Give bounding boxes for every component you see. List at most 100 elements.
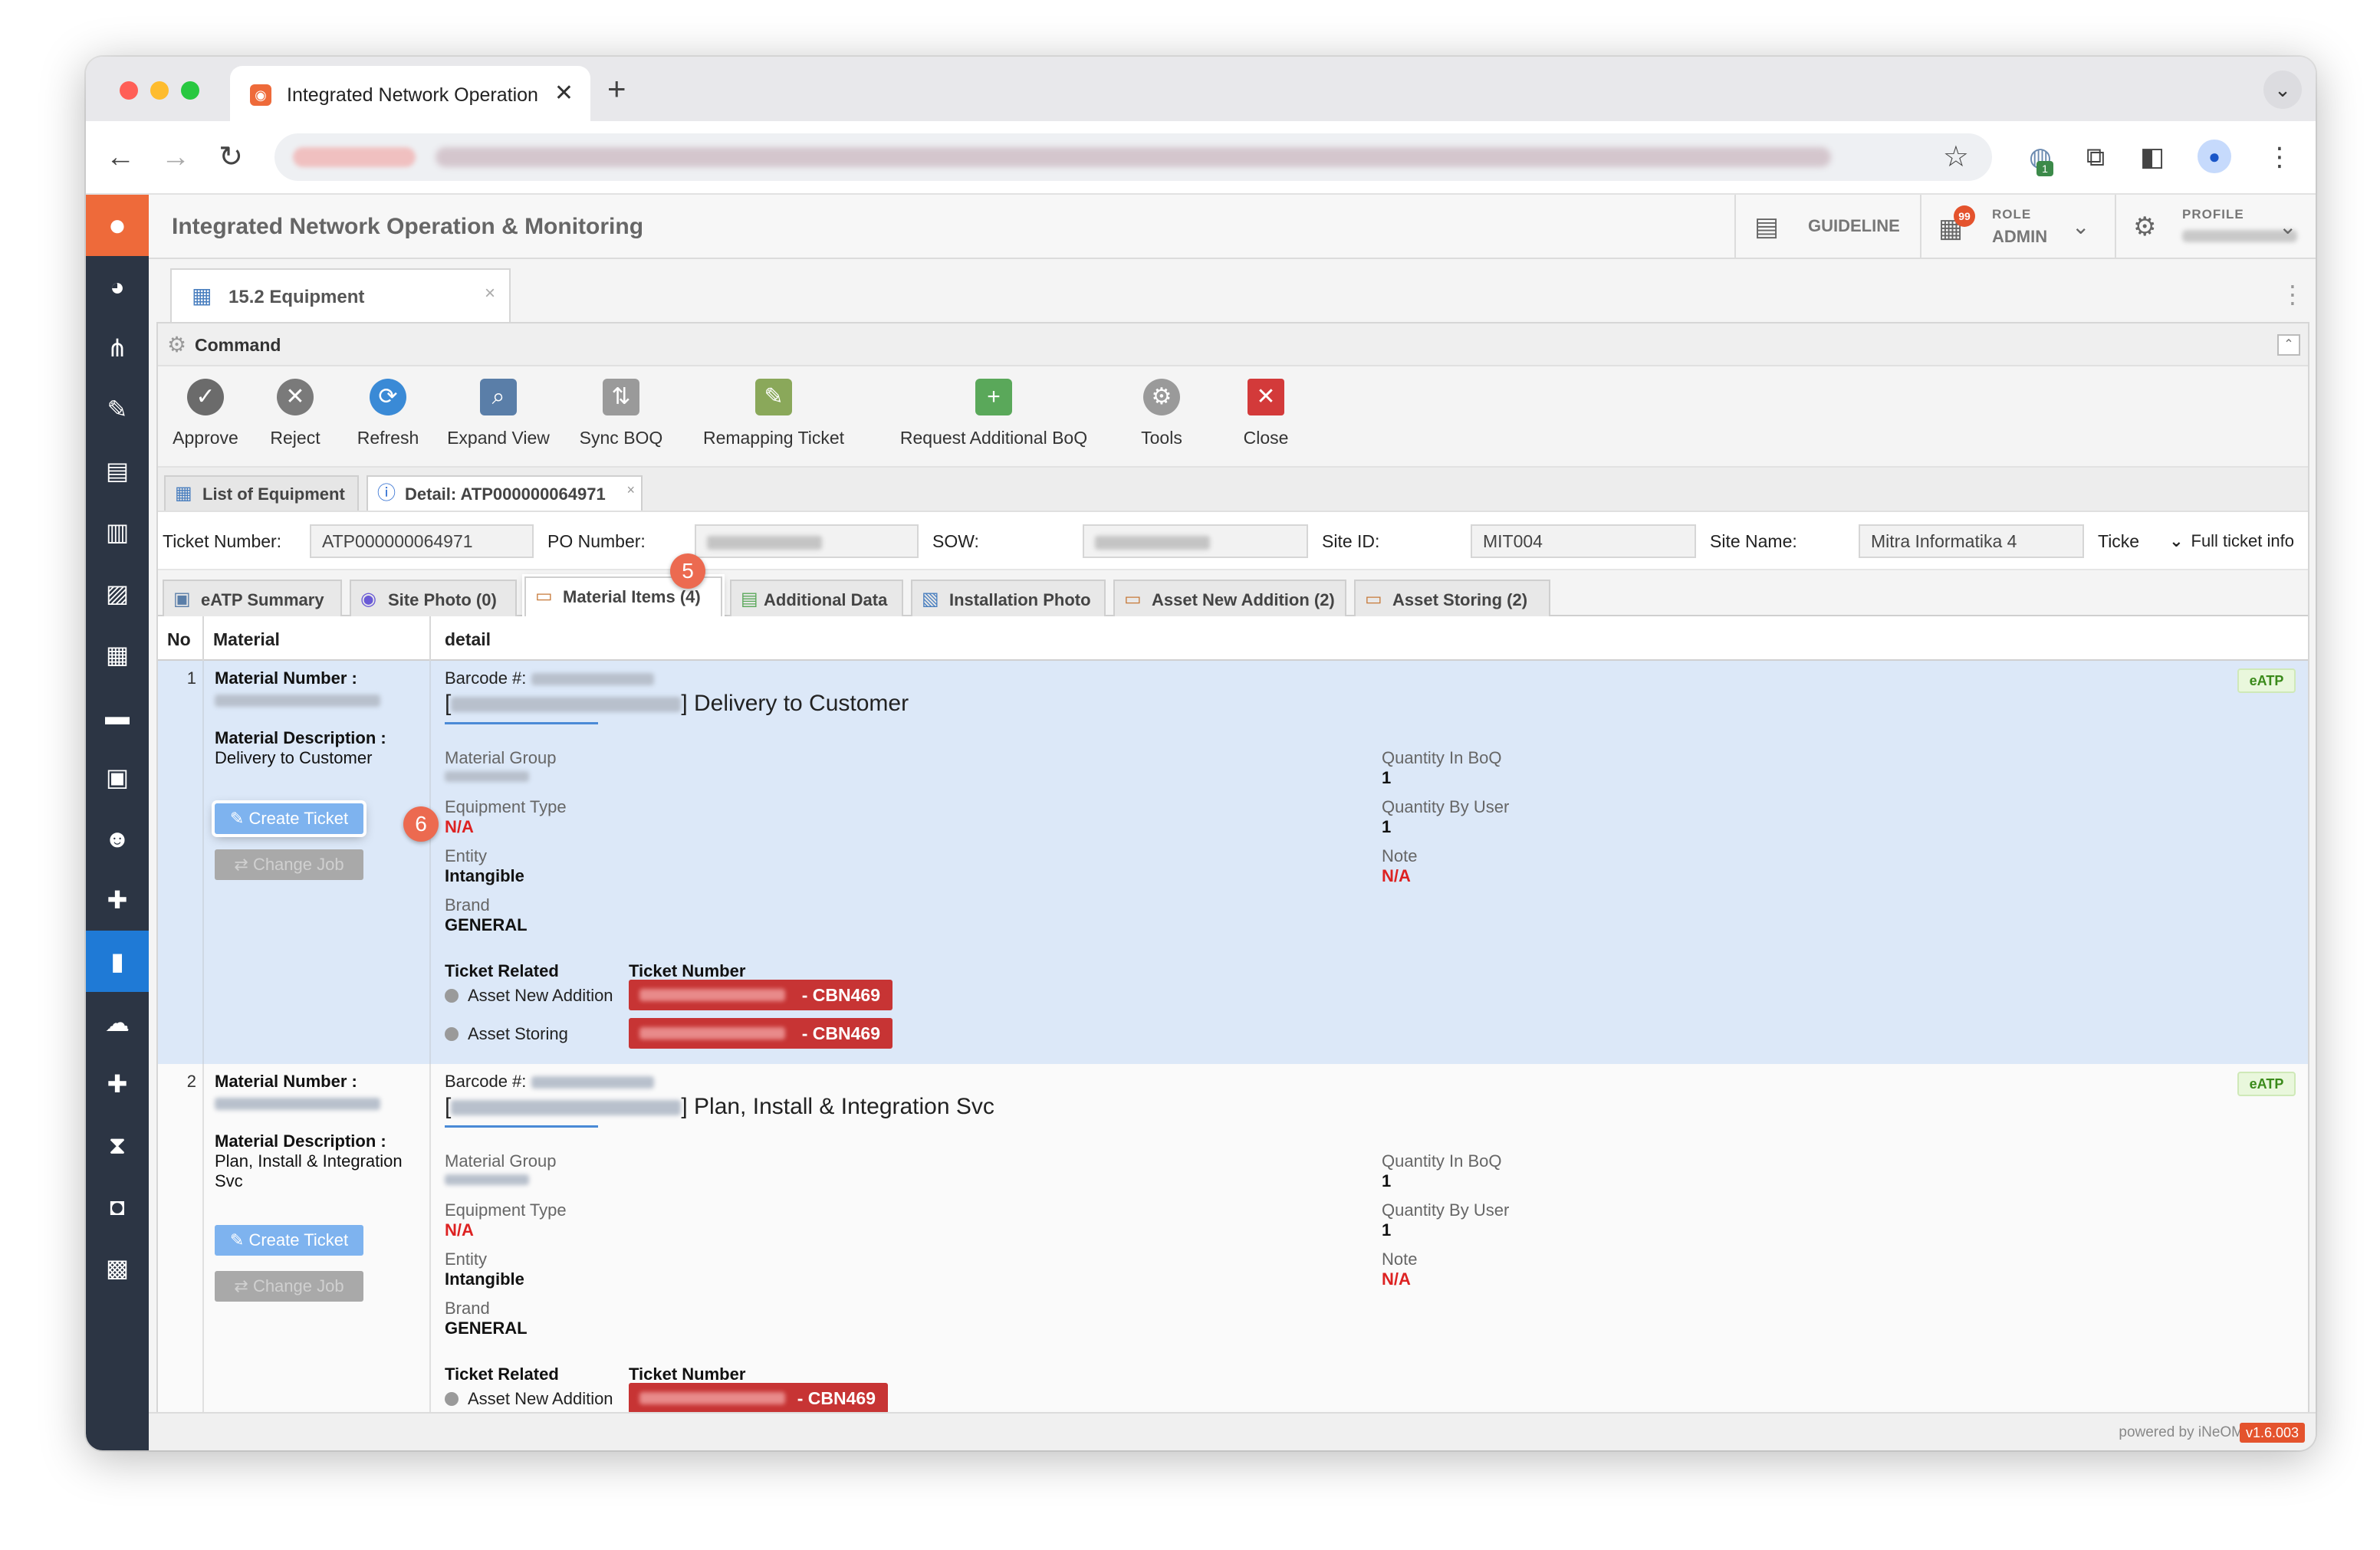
profile-menu[interactable]: ⚙ PROFILE ⌄ <box>2115 195 2316 258</box>
window-close-button[interactable] <box>120 81 138 100</box>
tools-button[interactable]: ⚙ Tools <box>1127 379 1196 458</box>
row-number: 1 <box>186 668 196 688</box>
table-row[interactable]: 1 Material Number : Material Description… <box>158 661 2308 1064</box>
tab-eatp-summary[interactable]: ▣ eATP Summary <box>163 580 342 616</box>
remapping-ticket-button[interactable]: ✎ Remapping Ticket <box>693 379 854 458</box>
role-value: ADMIN <box>1992 227 2048 246</box>
expand-view-button[interactable]: ⌕ Expand View <box>445 379 552 458</box>
clipboard-list-icon[interactable]: ▥ <box>86 501 149 563</box>
clipboard-icon[interactable]: ▤ <box>86 440 149 501</box>
store-icon[interactable]: ▦ <box>86 624 149 685</box>
book-icon[interactable]: ▮ <box>86 931 149 992</box>
tab-site-photo[interactable]: ◉ Site Photo (0) <box>350 580 517 616</box>
ticket-number-badge[interactable]: - CBN469 <box>629 980 893 1010</box>
cloud-icon[interactable]: ☁ <box>86 992 149 1053</box>
change-job-button[interactable]: ⇄ Change Job <box>215 1271 363 1302</box>
window-minimize-button[interactable] <box>150 81 169 100</box>
guideline-label: GUIDELINE <box>1808 216 1900 235</box>
grid-header: No Material detail <box>158 616 2308 661</box>
tab-asset-storing-label: Asset Storing (2) <box>1392 590 1528 609</box>
back-arrow-icon[interactable]: ← <box>101 138 140 176</box>
tab-additional-data[interactable]: ▤ Additional Data <box>730 580 903 616</box>
car-icon[interactable]: ◘ <box>86 1176 149 1237</box>
network-topology-icon[interactable]: ⋔ <box>86 317 149 379</box>
puzzle-icon[interactable]: ✚ <box>86 869 149 931</box>
tab-additional-data-label: Additional Data <box>764 590 888 609</box>
close-button[interactable]: ✕ Close <box>1231 379 1300 458</box>
powered-by-text: powered by iNeOM <box>2119 1424 2244 1440</box>
tab-installation-photo[interactable]: ▧ Installation Photo <box>911 580 1106 616</box>
doc-tab-equipment[interactable]: ▦ 15.2 Equipment × <box>170 268 511 322</box>
subtab-bar: ▦ List of Equipment ⓘ Detail: ATP0000000… <box>158 468 2308 512</box>
ticket-number-badge[interactable]: - CBN469 <box>629 1018 893 1049</box>
tab-search-button[interactable]: ⌄ <box>2263 71 2302 109</box>
material-description-label: Material Description : <box>215 1131 386 1151</box>
reload-icon[interactable]: ↻ <box>212 138 250 176</box>
tab-close-icon[interactable]: ✕ <box>554 80 574 107</box>
security-warning-chip[interactable] <box>293 147 416 167</box>
more-options-icon[interactable]: ⋮ <box>2280 279 2305 310</box>
ticket-number-field[interactable]: ATP000000064971 <box>310 524 534 558</box>
refresh-label: Refresh <box>357 428 419 448</box>
change-job-button[interactable]: ⇄ Change Job <box>215 849 363 880</box>
forward-arrow-icon[interactable]: → <box>156 138 195 176</box>
table-row[interactable]: 2 Material Number : Material Description… <box>158 1064 2308 1420</box>
col-header-detail: detail <box>445 629 491 649</box>
hourglass-icon[interactable]: ⧗ <box>86 1115 149 1176</box>
inbox-tray-icon: ▭ <box>535 586 553 606</box>
po-number-field[interactable] <box>695 524 919 558</box>
image-icon[interactable]: ▨ <box>86 563 149 624</box>
report-chart-icon[interactable]: ▩ <box>86 1237 149 1299</box>
wrench-icon[interactable]: ✎ <box>86 379 149 440</box>
tab-detail[interactable]: ⓘ Detail: ATP000000064971 × <box>367 475 643 511</box>
ticket-number-badge[interactable]: - CBN469 <box>629 1383 888 1414</box>
doc-tab-close-icon[interactable]: × <box>485 282 495 305</box>
guideline-button[interactable]: ▤ GUIDELINE <box>1734 195 1920 258</box>
app-sidebar: ● ◕ ⋔ ✎ ▤ ▥ ▨ ▦ ▬ ▣ ☻ ✚ ▮ ☁ ✚ ⧗ ◘ ▩ <box>86 195 149 1450</box>
app-footer: powered by iNeOM v1.6.003 <box>149 1412 2316 1450</box>
tab-list-of-equipment[interactable]: ▦ List of Equipment <box>164 475 359 511</box>
approve-button[interactable]: ✓ Approve <box>167 379 244 458</box>
browser-menu-icon[interactable]: ⋮ <box>2259 138 2300 176</box>
site-id-field[interactable]: MIT004 <box>1471 524 1696 558</box>
new-tab-button[interactable]: + <box>607 71 626 107</box>
puzzle-2-icon[interactable]: ✚ <box>86 1053 149 1115</box>
refresh-button[interactable]: ⟳ Refresh <box>348 379 428 458</box>
profile-avatar-icon[interactable]: ● <box>2198 140 2231 173</box>
reject-button[interactable]: ✕ Reject <box>261 379 330 458</box>
create-ticket-button[interactable]: ✎ Create Ticket <box>215 1225 363 1256</box>
server-icon[interactable]: ▬ <box>86 685 149 747</box>
sync-boq-button[interactable]: ⇅ Sync BOQ <box>575 379 667 458</box>
bookmark-star-icon[interactable]: ☆ <box>1943 140 1969 175</box>
note-label: Note <box>1382 1250 1418 1269</box>
material-number-label: Material Number : <box>215 1072 357 1091</box>
extensions-puzzle-icon[interactable]: ⧉ <box>2075 138 2116 176</box>
role-selector[interactable]: ▦ 99 ROLE ADMIN ⌄ <box>1920 195 2115 258</box>
browser-tab[interactable]: ◉ Integrated Network Operation & Monitor… <box>230 66 590 121</box>
full-ticket-info-toggle[interactable]: ⌄ Full ticket info <box>2169 530 2294 552</box>
sow-field[interactable] <box>1083 524 1308 558</box>
tab-detail-close-icon[interactable]: × <box>626 481 635 498</box>
side-panel-icon[interactable]: ◧ <box>2132 138 2173 176</box>
status-dot-icon <box>445 1027 459 1041</box>
related-ticket-name: Asset Storing <box>468 1024 568 1043</box>
archive-icon[interactable]: ▣ <box>86 747 149 808</box>
create-ticket-button[interactable]: ✎ Create Ticket <box>215 803 363 834</box>
note-label: Note <box>1382 846 1418 865</box>
collapse-chevron-up-icon[interactable]: ⌃ <box>2277 334 2300 356</box>
app-logo-icon[interactable]: ● <box>86 195 149 256</box>
dashboard-pie-icon[interactable]: ◕ <box>86 256 149 317</box>
site-name-field[interactable]: Mitra Informatika 4 <box>1859 524 2084 558</box>
address-bar[interactable]: ☆ <box>274 133 1992 181</box>
request-additional-boq-button[interactable]: + Request Additional BoQ <box>879 379 1109 458</box>
tab-asset-new-addition[interactable]: ▭ Asset New Addition (2) <box>1113 580 1346 616</box>
tab-asset-storing[interactable]: ▭ Asset Storing (2) <box>1354 580 1550 616</box>
create-ticket-label: Create Ticket <box>248 1230 349 1250</box>
row-number: 2 <box>186 1072 196 1091</box>
users-icon[interactable]: ☻ <box>86 808 149 869</box>
window-zoom-button[interactable] <box>181 81 199 100</box>
related-ticket-item: Asset New Addition <box>445 1389 613 1409</box>
material-number-redacted <box>215 695 380 707</box>
barcode-label: Barcode #: <box>445 1072 527 1091</box>
note-value: N/A <box>1382 1269 1411 1289</box>
